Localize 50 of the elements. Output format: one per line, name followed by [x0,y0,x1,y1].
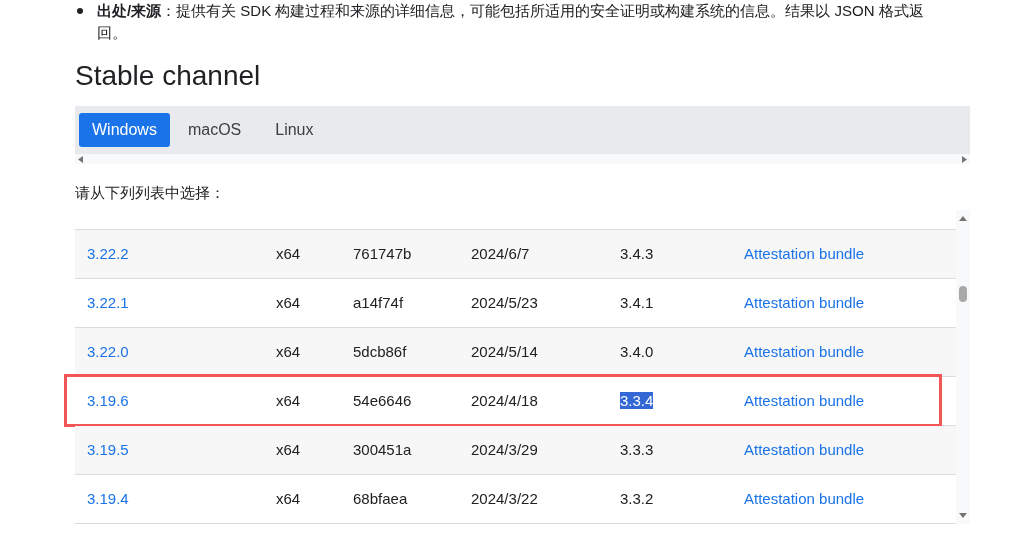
arch-cell-text: x64 [276,390,302,411]
version-link[interactable]: 3.19.6 [75,389,276,413]
scroll-left-icon[interactable] [78,155,83,163]
dart-version-cell: 3.3.3 [620,440,654,458]
arch-cell-text: x64 [276,243,302,264]
platform-tab[interactable]: Windows [79,113,170,147]
date-cell-text: 2024/3/22 [471,488,539,509]
scrollbar-thumb[interactable] [959,286,967,302]
attestation-link[interactable]: Attestation bundle [744,242,865,266]
date-cell-text: 2024/5/23 [471,292,539,313]
date-cell-text: 2024/4/18 [471,390,539,411]
date-cell-text: 2024/3/29 [471,439,539,460]
date-cell-text: 2024/6/7 [471,243,531,264]
version-link[interactable]: 3.19.5 [75,438,276,462]
dart-version-cell: 3.4.1 [620,293,654,311]
attestation-link[interactable]: Attestation bundle [744,340,865,364]
platform-tab[interactable]: macOS [171,113,258,147]
hash-cell-text: 5dcb86f [353,341,408,362]
bullet-icon [77,8,83,14]
arch-cell-text: x64 [276,488,302,509]
hash-cell-text: a14f74f [353,292,405,313]
dart-version-cell: 3.4.3 [620,244,654,262]
dart-version-cell: 3.3.4 [620,391,654,409]
dart-version-cell: 3.3.2 [620,489,654,507]
attestation-link[interactable]: Attestation bundle [744,389,865,413]
section-heading: Stable channel [75,59,262,93]
attestation-link[interactable]: Attestation bundle [744,438,865,462]
version-link[interactable]: 3.22.0 [75,340,276,364]
platform-tab[interactable]: Linux [259,113,330,147]
vertical-scrollbar[interactable] [956,210,970,524]
hash-cell-text: 54e6646 [353,390,413,411]
scroll-up-icon[interactable] [959,216,967,221]
version-link[interactable]: 3.22.1 [75,291,276,315]
prompt-text: 请从下列列表中选择： [75,183,226,203]
scroll-down-icon[interactable] [959,513,967,518]
arch-cell-text: x64 [276,341,302,362]
scroll-right-icon[interactable] [962,155,967,163]
version-link[interactable]: 3.19.4 [75,487,276,511]
version-link[interactable]: 3.22.2 [75,242,276,266]
date-cell-text: 2024/5/14 [471,341,539,362]
arch-cell-text: x64 [276,292,302,313]
hash-cell-text: 761747b [353,243,413,264]
hash-cell-text: 68bfaea [353,488,409,509]
horizontal-scrollbar[interactable] [75,154,970,164]
dart-version-cell: 3.4.0 [620,342,654,360]
hash-cell-text: 300451a [353,439,413,460]
arch-cell-text: x64 [276,439,302,460]
attestation-link[interactable]: Attestation bundle [744,291,865,315]
attestation-link[interactable]: Attestation bundle [744,487,865,511]
description-text: 出处/来源：提供有关 SDK 构建过程和来源的详细信息，可能包括所适用的安全证明或构建系统的信息。结果以 JSON 格式返回。 [96,1,925,43]
